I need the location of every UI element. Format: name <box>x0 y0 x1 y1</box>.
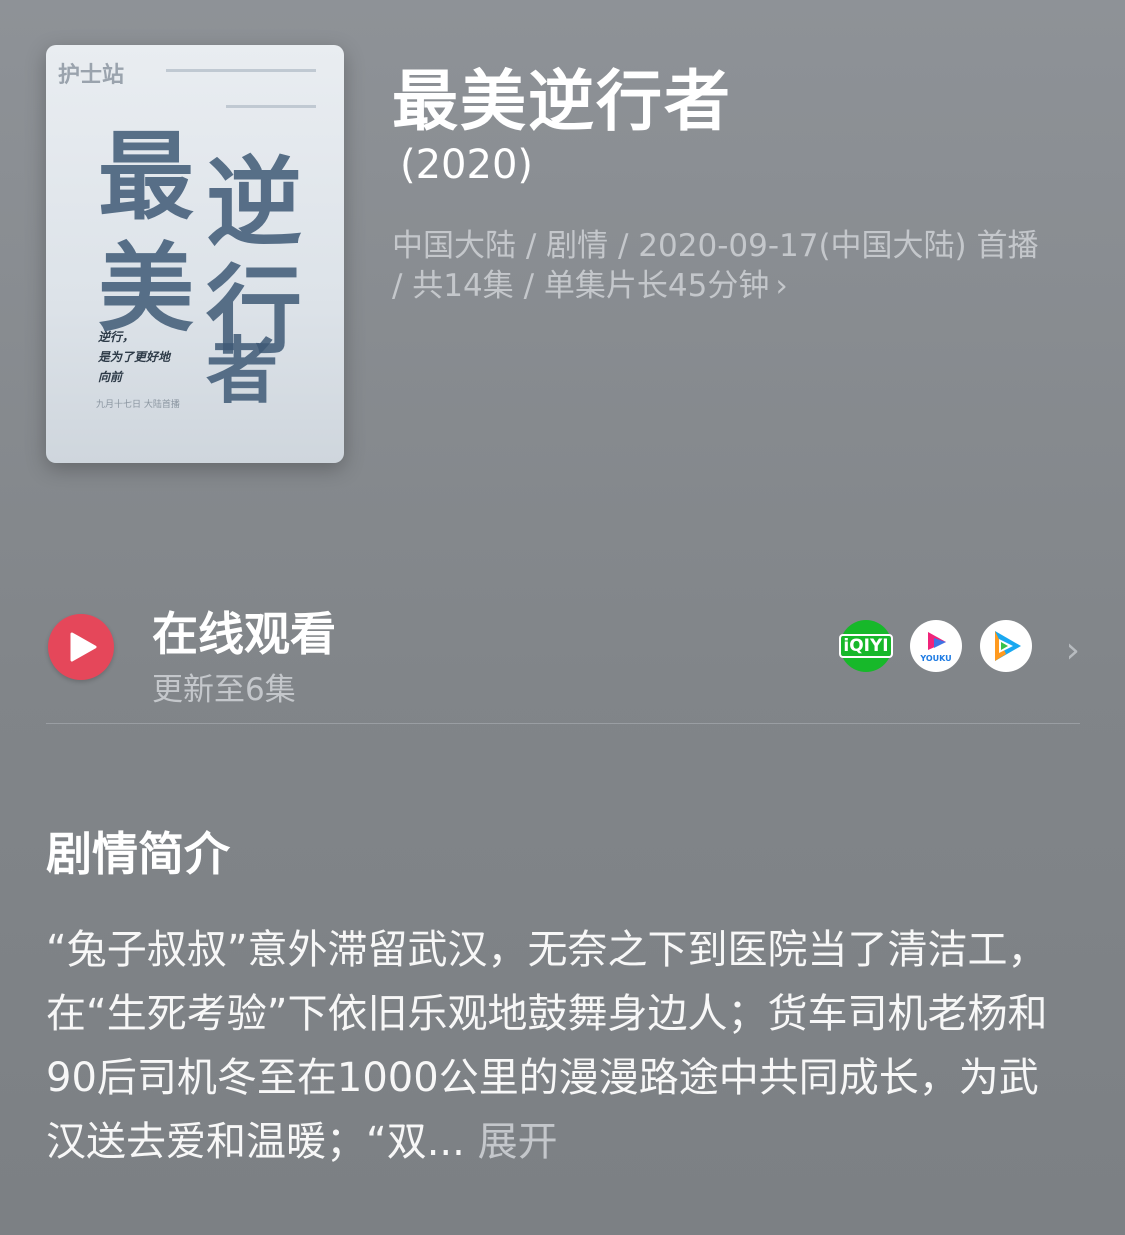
show-title: 最美逆行者 <box>392 63 732 140</box>
watch-title: 在线观看 <box>152 607 336 661</box>
show-year: (2020) <box>400 142 534 188</box>
show-meta[interactable]: 中国大陆 / 剧情 / 2020-09-17(中国大陆) 首播 / 共14集 /… <box>392 226 1052 306</box>
watch-online-row[interactable]: 在线观看 更新至6集 iQIYI YOUKU › <box>46 592 1080 722</box>
platform-logos: iQIYI YOUKU <box>839 620 1032 672</box>
poster-tagline: 逆行， 是为了更好地 向前 <box>98 330 171 384</box>
expand-link[interactable]: 展开 <box>478 1119 558 1165</box>
poster-char-3: 美 <box>98 232 194 345</box>
play-icon <box>48 614 114 680</box>
divider <box>46 723 1080 724</box>
synopsis-heading: 剧情简介 <box>46 827 230 881</box>
youku-label: YOUKU <box>920 654 952 663</box>
watch-subtitle: 更新至6集 <box>152 672 296 708</box>
iqiyi-label: iQIYI <box>839 634 893 658</box>
synopsis-text: “兔子叔叔”意外滞留武汉，无奈之下到医院当了清洁工，在“生死考验”下依旧乐观地鼓… <box>46 918 1066 1174</box>
youku-icon: YOUKU <box>910 620 962 672</box>
poster-credit: 九月十七日 大陆首播 <box>96 400 180 410</box>
poster-char-1: 最 <box>98 120 194 233</box>
tencent-video-icon <box>980 620 1032 672</box>
chevron-right-icon: › <box>1065 630 1080 671</box>
poster-char-5: 者 <box>206 328 279 413</box>
chevron-right-icon: › <box>775 268 788 304</box>
poster-image[interactable]: 护士站 最 逆 美 行 者 逆行， 是为了更好地 向前 九月十七日 大陆首播 <box>46 45 344 463</box>
poster-char-2: 逆 <box>206 146 302 259</box>
show-meta-text: 中国大陆 / 剧情 / 2020-09-17(中国大陆) 首播 / 共14集 /… <box>392 228 1039 304</box>
iqiyi-icon: iQIYI <box>839 620 893 672</box>
poster-top-text: 护士站 <box>58 62 125 88</box>
